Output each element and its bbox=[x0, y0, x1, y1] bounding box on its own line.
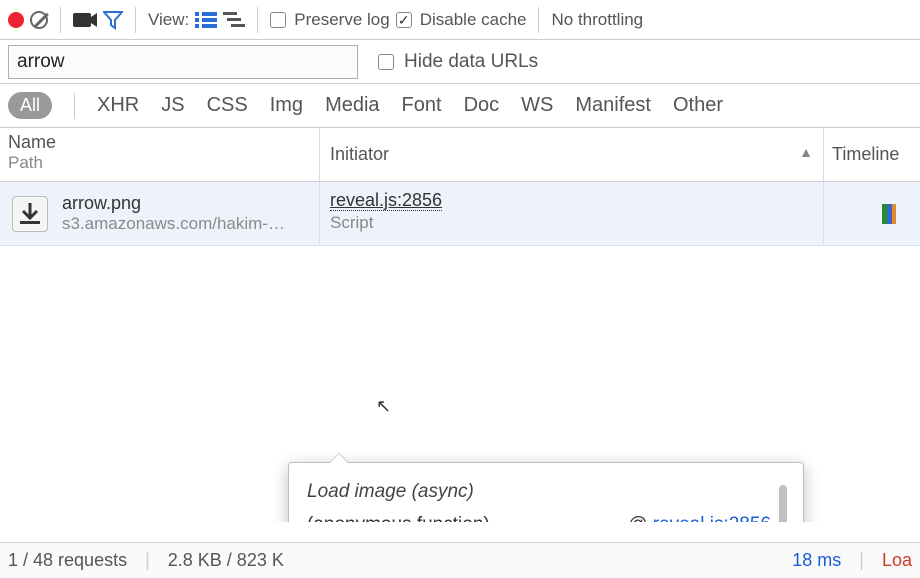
timeline-bar-icon bbox=[882, 204, 896, 224]
separator bbox=[60, 7, 61, 33]
cell-timeline bbox=[824, 182, 920, 245]
view-label: View: bbox=[148, 10, 189, 30]
stack-frame: (anonymous function) @ reveal.js:2856 bbox=[307, 509, 787, 522]
network-toolbar: View: Preserve log Disable cache No thro… bbox=[0, 0, 920, 40]
checkbox-icon bbox=[270, 12, 286, 28]
download-arrow-icon bbox=[12, 196, 48, 232]
separator: | bbox=[859, 550, 864, 571]
scrollbar-thumb[interactable] bbox=[779, 485, 787, 522]
type-filter-ws[interactable]: WS bbox=[521, 94, 553, 117]
stack-loc: @ reveal.js:2856 bbox=[628, 509, 771, 522]
separator bbox=[74, 93, 75, 119]
clear-button[interactable] bbox=[30, 11, 48, 29]
preserve-log-checkbox[interactable]: Preserve log bbox=[270, 10, 389, 30]
type-filter-row: All XHR JS CSS Img Media Font Doc WS Man… bbox=[0, 84, 920, 128]
filter-toggle-button[interactable] bbox=[103, 10, 123, 30]
separator bbox=[538, 7, 539, 33]
request-filename: arrow.png bbox=[62, 193, 285, 214]
separator bbox=[257, 7, 258, 33]
cell-name: arrow.png s3.amazonaws.com/hakim-… bbox=[0, 182, 320, 245]
stack-fn: (anonymous function) bbox=[307, 509, 490, 522]
view-large-rows-button[interactable] bbox=[195, 12, 217, 28]
request-filepath: s3.amazonaws.com/hakim-… bbox=[62, 214, 285, 234]
separator bbox=[135, 7, 136, 33]
type-filter-xhr[interactable]: XHR bbox=[97, 94, 139, 117]
ban-icon bbox=[30, 11, 48, 29]
type-filter-doc[interactable]: Doc bbox=[464, 94, 500, 117]
type-filter-other[interactable]: Other bbox=[673, 94, 723, 117]
separator: | bbox=[145, 550, 150, 571]
initiator-link[interactable]: reveal.js:2856 bbox=[330, 190, 442, 211]
type-filter-js[interactable]: JS bbox=[161, 94, 184, 117]
grid-header: Name Path Initiator ▲ Timeline bbox=[0, 128, 920, 182]
column-header-name[interactable]: Name Path bbox=[0, 128, 320, 181]
type-filter-font[interactable]: Font bbox=[402, 94, 442, 117]
initiator-type: Script bbox=[330, 213, 813, 233]
type-filter-all[interactable]: All bbox=[8, 92, 52, 119]
hide-data-urls-label: Hide data URLs bbox=[404, 51, 538, 73]
sort-asc-icon: ▲ bbox=[799, 144, 813, 160]
initiator-callstack-tooltip: Load image (async) (anonymous function) … bbox=[288, 462, 804, 522]
column-header-initiator[interactable]: Initiator ▲ bbox=[320, 128, 824, 181]
filter-input[interactable] bbox=[8, 45, 358, 79]
table-row[interactable]: arrow.png s3.amazonaws.com/hakim-… revea… bbox=[0, 182, 920, 246]
record-icon bbox=[8, 12, 24, 28]
stack-link[interactable]: reveal.js:2856 bbox=[653, 514, 771, 522]
cursor-icon: ↖ bbox=[376, 396, 391, 417]
checkbox-icon bbox=[396, 12, 412, 28]
screenshot-button[interactable] bbox=[73, 11, 97, 29]
requests-table: arrow.png s3.amazonaws.com/hakim-… revea… bbox=[0, 182, 920, 522]
type-filter-media[interactable]: Media bbox=[325, 94, 379, 117]
column-initiator-label: Initiator bbox=[330, 144, 813, 165]
type-filter-manifest[interactable]: Manifest bbox=[575, 94, 651, 117]
filter-bar: Hide data URLs bbox=[0, 40, 920, 84]
checkbox-icon bbox=[378, 54, 394, 70]
tooltip-header: Load image (async) bbox=[307, 481, 787, 503]
disable-cache-checkbox[interactable]: Disable cache bbox=[396, 10, 527, 30]
record-button[interactable] bbox=[8, 12, 24, 28]
type-filter-img[interactable]: Img bbox=[270, 94, 303, 117]
status-requests: 1 / 48 requests bbox=[8, 550, 127, 571]
column-header-timeline[interactable]: Timeline bbox=[824, 128, 920, 181]
type-filter-css[interactable]: CSS bbox=[207, 94, 248, 117]
hide-data-urls-checkbox[interactable]: Hide data URLs bbox=[378, 51, 538, 73]
cell-initiator: reveal.js:2856 Script bbox=[320, 182, 824, 245]
preserve-log-label: Preserve log bbox=[294, 10, 389, 30]
status-load: Loa bbox=[882, 550, 912, 571]
status-bar: 1 / 48 requests | 2.8 KB / 823 K 18 ms |… bbox=[0, 542, 920, 578]
column-path-label: Path bbox=[8, 153, 311, 173]
column-name-label: Name bbox=[8, 132, 311, 153]
throttling-select[interactable]: No throttling bbox=[551, 10, 643, 30]
column-timeline-label: Timeline bbox=[832, 144, 912, 165]
status-transfer: 2.8 KB / 823 K bbox=[168, 550, 284, 571]
status-time: 18 ms bbox=[792, 550, 841, 571]
throttling-label: No throttling bbox=[551, 10, 643, 30]
view-waterfall-button[interactable] bbox=[223, 12, 245, 28]
disable-cache-label: Disable cache bbox=[420, 10, 527, 30]
